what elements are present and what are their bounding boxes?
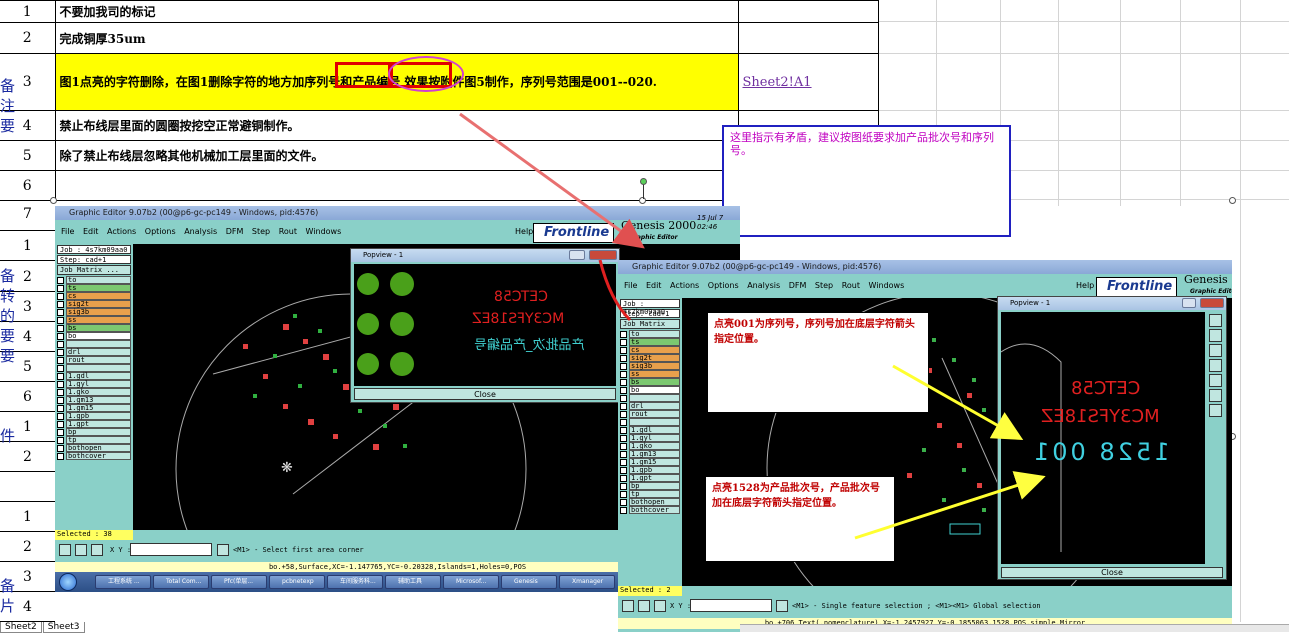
tab-sheet3[interactable]: Sheet3: [42, 622, 85, 633]
annotation-arrows: [459, 112, 1046, 540]
yellow-arrow-serial: [892, 364, 1024, 440]
tab-sheet2[interactable]: Sheet2: [0, 622, 42, 633]
horizontal-scrollbar[interactable]: [740, 624, 1289, 632]
red-curve: [598, 259, 632, 322]
sheet-tabs: Sheet2 Sheet3: [0, 622, 86, 633]
red-arrow: [459, 112, 645, 249]
yellow-arrow-batch: [854, 471, 1046, 540]
